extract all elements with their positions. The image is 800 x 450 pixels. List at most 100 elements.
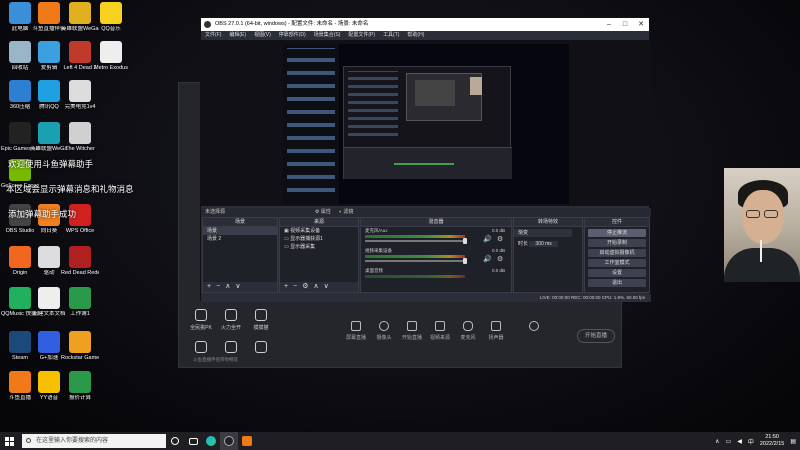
down-icon[interactable]: ∨ — [324, 283, 334, 290]
start-recording-button[interactable]: 开始录制 — [588, 239, 646, 247]
douyu-taskbar-icon[interactable] — [238, 432, 256, 450]
edge-icon[interactable] — [202, 432, 220, 450]
microphone-button[interactable]: 麦克风 — [453, 321, 483, 341]
add-icon[interactable]: + — [284, 283, 293, 290]
cortana-icon[interactable] — [166, 432, 184, 450]
gear-icon[interactable]: ⚙ — [302, 283, 313, 290]
desktop-icon[interactable]: Metro Exodus — [92, 41, 130, 72]
mixer-header: 混音器 — [361, 218, 511, 227]
start-windows-icon[interactable] — [0, 432, 18, 450]
taskbar-clock[interactable]: 21:50 2022/2/15 — [760, 434, 784, 448]
tool-button-6[interactable] — [243, 341, 279, 356]
task-view-icon[interactable] — [184, 432, 202, 450]
source-item-label: 显示器捕获源1 — [290, 236, 323, 242]
desktop-app-icon — [38, 287, 60, 309]
volume-slider[interactable] — [365, 240, 465, 242]
remove-icon[interactable]: − — [293, 283, 302, 290]
transition-select[interactable]: 渐变 — [514, 229, 572, 237]
desktop-icon[interactable]: Red Dead Redempti... — [61, 246, 99, 277]
desktop-app-icon — [9, 2, 31, 24]
settings-button[interactable]: 设置 — [588, 269, 646, 277]
up-icon[interactable]: ∧ — [225, 283, 235, 290]
volume-slider[interactable] — [365, 260, 465, 262]
desktop-icon[interactable]: 完美电竞1v4 — [61, 80, 99, 111]
camera-button[interactable]: 摄像头 — [369, 321, 399, 341]
search-icon — [26, 438, 31, 443]
minimize-icon[interactable]: – — [601, 18, 617, 31]
obs-menu-item[interactable]: 配置文件(P) — [348, 31, 375, 40]
obs-menu-item[interactable]: 停靠部件(D) — [279, 31, 306, 40]
tray-chevron-icon[interactable]: ∧ — [715, 438, 719, 445]
desktop-icon-label: Red Dead Redempti... — [61, 270, 99, 276]
desktop-icon[interactable]: Rockstar Games... — [61, 331, 99, 362]
desktop-icon-label: 报价计算 — [68, 395, 91, 401]
ime-indicator[interactable]: 中 — [748, 437, 754, 446]
video-source-button[interactable]: 视频来源 — [425, 321, 455, 341]
obs-menu-item[interactable]: 帮助(H) — [407, 31, 424, 40]
desktop-icon-label: WPS Office — [65, 228, 95, 234]
speaker-button[interactable]: 扬声器 — [481, 321, 511, 341]
source-item[interactable]: ▣ 视频采集设备 — [280, 227, 358, 235]
studio-mode-button[interactable]: 工作室模式 — [588, 259, 646, 267]
up-icon[interactable]: ∧ — [313, 283, 323, 290]
add-icon[interactable]: + — [207, 283, 216, 290]
desktop-app-icon — [69, 287, 91, 309]
source-item[interactable]: ▭ 显示器捕获源1 — [280, 235, 358, 243]
remove-icon[interactable]: − — [216, 283, 225, 290]
scene-item[interactable]: 场景 — [203, 227, 277, 235]
scene-item[interactable]: 场景 2 — [203, 235, 277, 243]
desktop-app-icon — [100, 2, 122, 24]
notification-icon[interactable]: ▤ — [790, 438, 796, 445]
obs-menu-item[interactable]: 视图(V) — [254, 31, 271, 40]
properties-button[interactable]: ⚙ 属性 — [315, 208, 331, 217]
obs-menu-item[interactable]: 文件(F) — [205, 31, 221, 40]
down-icon[interactable]: ∨ — [235, 283, 245, 290]
obs-taskbar-icon[interactable] — [220, 432, 238, 450]
volume-knob[interactable] — [463, 238, 467, 244]
speaker-icon[interactable]: 🔊 — [483, 255, 492, 263]
no-source-label: 未选择源 — [205, 209, 226, 215]
gear-icon[interactable]: ⚙ — [497, 235, 503, 243]
gear-icon[interactable]: ⚙ — [497, 255, 503, 263]
channel-name: 桌面音频 — [365, 268, 383, 273]
close-icon[interactable]: ✕ — [633, 18, 649, 31]
desktop-app-icon — [69, 2, 91, 24]
volume-icon[interactable]: ◀ — [737, 438, 742, 445]
desktop-icon[interactable]: 工作簿1 — [61, 287, 99, 318]
stop-streaming-button[interactable]: 停止推流 — [588, 229, 646, 237]
speaker-icon[interactable]: 🔊 — [483, 235, 492, 243]
preview-canvas — [283, 44, 569, 204]
desktop-app-icon — [38, 371, 60, 393]
desktop-icon-label: Metro Exodus — [94, 65, 128, 71]
source-item[interactable]: ▭ 显示器采集 — [280, 243, 358, 251]
bg-status-text: 斗鱼直播伴侣带你畅玩 — [193, 357, 238, 362]
start-live-button[interactable]: 开始直播 — [577, 329, 615, 343]
scenes-footer: +−∧∨ — [203, 282, 277, 292]
network-icon[interactable]: ▭ — [726, 438, 732, 445]
volume-knob[interactable] — [463, 258, 467, 264]
go-live-tool-button[interactable]: 开始直播 — [397, 321, 427, 341]
virtual-camera-button[interactable]: 启动虚拟摄像机 — [588, 249, 646, 257]
duration-input[interactable]: 300 ms — [529, 241, 558, 247]
obs-menu-item[interactable]: 工具(T) — [383, 31, 399, 40]
obs-menu-item[interactable]: 编辑(E) — [229, 31, 246, 40]
obs-menubar: 文件(F) 编辑(E) 视图(V) 停靠部件(D) 场景集合(S) 配置文件(P) 工具(T… — [201, 31, 649, 40]
volume-meter — [365, 275, 465, 278]
maximize-icon[interactable]: □ — [617, 18, 633, 31]
taskbar-search-input[interactable]: 在这里输入你要搜索的内容 — [22, 434, 166, 448]
obs-menu-item[interactable]: 场景集合(S) — [314, 31, 341, 40]
screen-live-button[interactable]: 屏幕直播 — [341, 321, 371, 341]
desktop-app-icon — [9, 80, 31, 102]
desktop-app-icon — [38, 246, 60, 268]
cat-button[interactable]: 摸摸猫 — [243, 309, 279, 331]
desktop-icon[interactable]: 报价计算 — [61, 371, 99, 402]
overlay-welcome: 欢迎使用斗鱼弹幕助手 — [8, 159, 94, 169]
settings-gear-icon[interactable] — [519, 321, 549, 334]
obs-preview[interactable] — [201, 40, 651, 206]
filters-button[interactable]: ◐ 滤镜 — [339, 208, 353, 217]
desktop-app-icon — [9, 122, 31, 144]
desktop-icon[interactable]: QQ音乐 — [92, 2, 130, 33]
desktop-icon[interactable]: The Witcher — [61, 122, 99, 153]
exit-button[interactable]: 退出 — [588, 279, 646, 287]
overlay-notice: 本区域会显示弹幕消息和礼物消息 — [6, 184, 134, 194]
